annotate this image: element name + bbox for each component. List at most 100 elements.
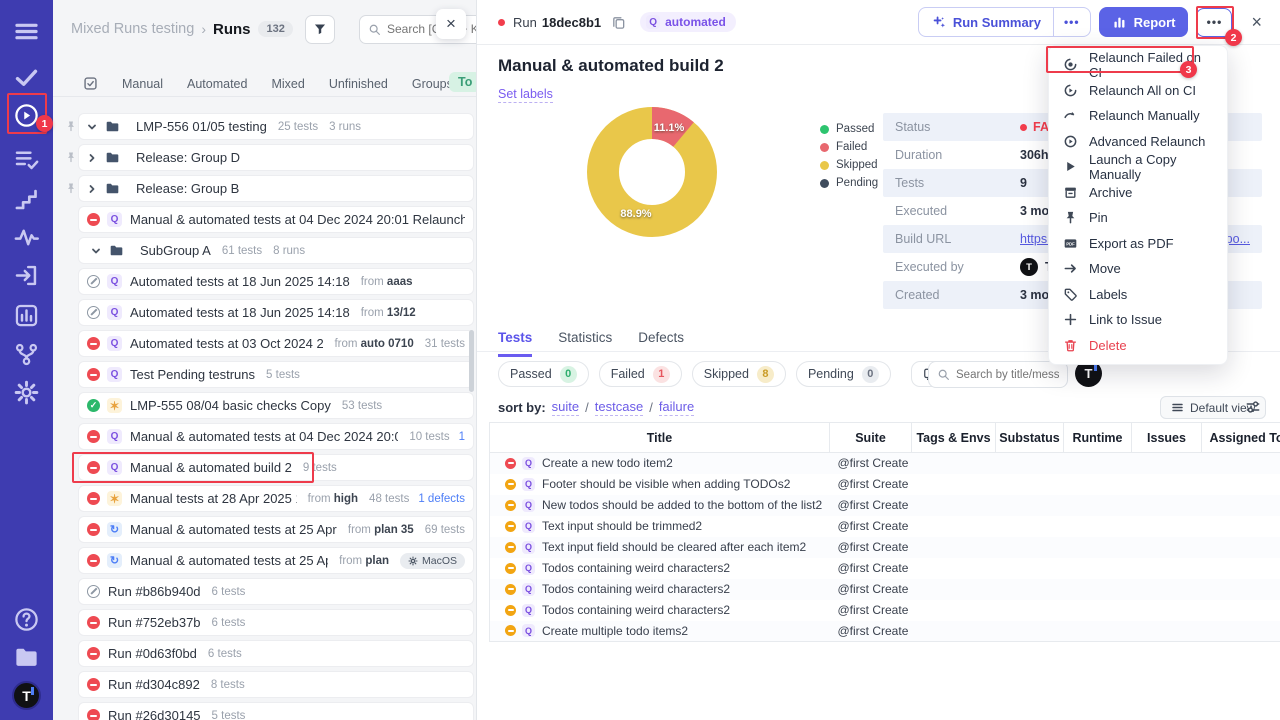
run-card[interactable]: Run #b86b940d6 tests <box>78 578 474 605</box>
branch-icon[interactable] <box>13 341 40 368</box>
table-row[interactable]: QNew todos should be added to the bottom… <box>490 495 1280 516</box>
projects-folder-icon[interactable] <box>13 644 40 671</box>
tab-defects[interactable]: Defects <box>638 330 684 357</box>
table-row[interactable]: QCreate a new todo item2@first Create ..… <box>490 453 1280 474</box>
menu-item-launch-a-copy-manually[interactable]: Launch a Copy Manually <box>1049 154 1227 180</box>
user-avatar[interactable]: T <box>12 681 41 710</box>
pin-icon[interactable] <box>65 120 77 132</box>
menu-item-relaunch-failed-on-ci[interactable]: Relaunch Failed on CI <box>1049 52 1227 78</box>
run-card[interactable]: ✶LMP-555 08/04 basic checks Copy53 tests <box>78 392 474 419</box>
filter-chip-failed[interactable]: Failed1 <box>599 361 682 387</box>
menu-item-pin[interactable]: Pin <box>1049 205 1227 231</box>
menu-item-delete[interactable]: Delete <box>1049 333 1227 359</box>
run-card[interactable]: Run #752eb37b6 tests <box>78 609 474 636</box>
menu-item-move[interactable]: Move <box>1049 256 1227 282</box>
run-check-icon[interactable] <box>83 76 98 91</box>
run-card[interactable]: QManual & automated tests at 04 Dec 2024… <box>78 423 474 450</box>
group-card[interactable]: SubGroup A61 tests8 runs <box>78 237 474 264</box>
cell-empty <box>996 474 1064 495</box>
group-card[interactable]: Release: Group D <box>78 144 474 171</box>
set-labels-link[interactable]: Set labels <box>498 87 553 103</box>
runs-count: 3 runs <box>329 121 361 133</box>
table-row[interactable]: QTodos containing weird characters2@firs… <box>490 579 1280 600</box>
run-card[interactable]: QManual & automated tests at 04 Dec 2024… <box>78 206 474 233</box>
table-row[interactable]: QTodos containing weird characters2@firs… <box>490 600 1280 621</box>
menu-item-export-as-pdf[interactable]: PDFExport as PDF <box>1049 231 1227 257</box>
help-icon[interactable] <box>13 606 40 633</box>
menu-item-relaunch-all-on-ci[interactable]: Relaunch All on CI <box>1049 78 1227 104</box>
scrollbar-thumb[interactable] <box>469 330 474 392</box>
list-check-icon[interactable] <box>13 146 40 173</box>
menu-item-archive[interactable]: Archive <box>1049 180 1227 206</box>
menu-item-advanced-relaunch[interactable]: Advanced Relaunch <box>1049 129 1227 155</box>
tab-groups[interactable]: Groups <box>412 77 453 91</box>
filter-chip-passed[interactable]: Passed0 <box>498 361 589 387</box>
run-card[interactable]: Run #0d63f0bd6 tests <box>78 640 474 667</box>
filter-button[interactable] <box>305 15 335 44</box>
defects-count[interactable]: 1 defects <box>418 493 465 505</box>
run-card[interactable]: QAutomated tests at 18 Jun 2025 14:18fro… <box>78 299 474 326</box>
table-row[interactable]: QText input field should be cleared afte… <box>490 537 1280 558</box>
run-card[interactable]: QTest Pending testruns5 tests <box>78 361 474 388</box>
pulse-icon[interactable] <box>13 224 40 251</box>
sort-by-failure[interactable]: failure <box>659 399 694 416</box>
group-card[interactable]: Release: Group B <box>78 175 474 202</box>
tab-statistics[interactable]: Statistics <box>558 330 612 357</box>
chevron-right-icon[interactable] <box>87 184 97 194</box>
build-url-link-end[interactable]: po... <box>1226 232 1250 246</box>
menu-item-relaunch-manually[interactable]: Relaunch Manually <box>1049 103 1227 129</box>
status-skipped-icon <box>505 521 516 532</box>
defects-count[interactable]: 1 <box>459 431 465 443</box>
pin-icon[interactable] <box>65 182 77 194</box>
run-list-item: QManual & automated build 29 tests <box>53 454 476 481</box>
table-row[interactable]: QCreate multiple todo items2@first Creat… <box>490 621 1280 642</box>
filter-chip-pending[interactable]: Pending0 <box>796 361 891 387</box>
run-summary-more-button[interactable]: ••• <box>1054 8 1090 36</box>
steps-icon[interactable] <box>13 186 40 213</box>
panel-close-button[interactable]: × <box>436 9 466 39</box>
sign-in-icon[interactable] <box>13 262 40 289</box>
sort-by-testcase[interactable]: testcase <box>595 399 643 416</box>
table-row[interactable]: QTodos containing weird characters2@firs… <box>490 558 1280 579</box>
run-summary-button[interactable]: Run Summary <box>919 8 1053 36</box>
run-card[interactable]: QManual & automated build 29 tests <box>78 454 474 481</box>
pin-icon[interactable] <box>65 151 77 163</box>
menu-icon[interactable] <box>13 18 40 45</box>
close-detail-icon[interactable]: × <box>1251 13 1262 31</box>
run-card[interactable]: ↻Manual & automated tests at 25 Apr 2025… <box>78 516 474 543</box>
tab-manual[interactable]: Manual <box>122 77 163 91</box>
run-card[interactable]: Run #26d301455 tests <box>78 702 474 720</box>
tab-automated[interactable]: Automated <box>187 77 247 91</box>
run-card[interactable]: QAutomated tests at 03 Oct 2024 20:25fro… <box>78 330 474 357</box>
copy-icon[interactable] <box>611 15 626 30</box>
analytics-icon[interactable] <box>13 302 40 329</box>
breadcrumb-project[interactable]: Mixed Runs testing <box>71 21 194 37</box>
menu-item-labels[interactable]: Labels <box>1049 282 1227 308</box>
run-card[interactable]: ✶Manual tests at 28 Apr 2025 16:50from h… <box>78 485 474 512</box>
run-card[interactable]: QAutomated tests at 18 Jun 2025 14:18fro… <box>78 268 474 295</box>
sort-by-suite[interactable]: suite <box>552 399 579 416</box>
filter-chip-skipped[interactable]: Skipped8 <box>692 361 786 387</box>
settings-gear-icon[interactable] <box>13 379 40 406</box>
menu-item-link-to-issue[interactable]: Link to Issue <box>1049 307 1227 333</box>
chevron-down-icon[interactable] <box>91 246 101 256</box>
group-card[interactable]: LMP-556 01/05 testing25 tests3 runs <box>78 113 474 140</box>
run-card[interactable]: Run #d304c8928 tests <box>78 671 474 698</box>
cell-empty <box>912 600 996 621</box>
tab-unfinished[interactable]: Unfinished <box>329 77 388 91</box>
tab-tests[interactable]: Tests <box>498 330 532 357</box>
run-card[interactable]: ↻Manual & automated tests at 25 Apr 2025… <box>78 547 474 574</box>
tests-search-input[interactable] <box>956 369 1059 381</box>
tab-to[interactable]: To <box>449 72 477 92</box>
automated-type-icon: Q <box>107 305 122 320</box>
table-row[interactable]: QText input should be trimmed2@first Cre… <box>490 516 1280 537</box>
column-settings-icon[interactable] <box>1245 399 1261 415</box>
chevron-down-icon[interactable] <box>87 122 97 132</box>
tests-count: 6 tests <box>212 586 246 598</box>
table-row[interactable]: QFooter should be visible when adding TO… <box>490 474 1280 495</box>
report-button[interactable]: Report <box>1099 7 1189 37</box>
tab-mixed[interactable]: Mixed <box>271 77 304 91</box>
check-icon[interactable] <box>13 64 40 91</box>
run-title: Automated tests at 18 Jun 2025 14:18 <box>130 274 350 289</box>
chevron-right-icon[interactable] <box>87 153 97 163</box>
